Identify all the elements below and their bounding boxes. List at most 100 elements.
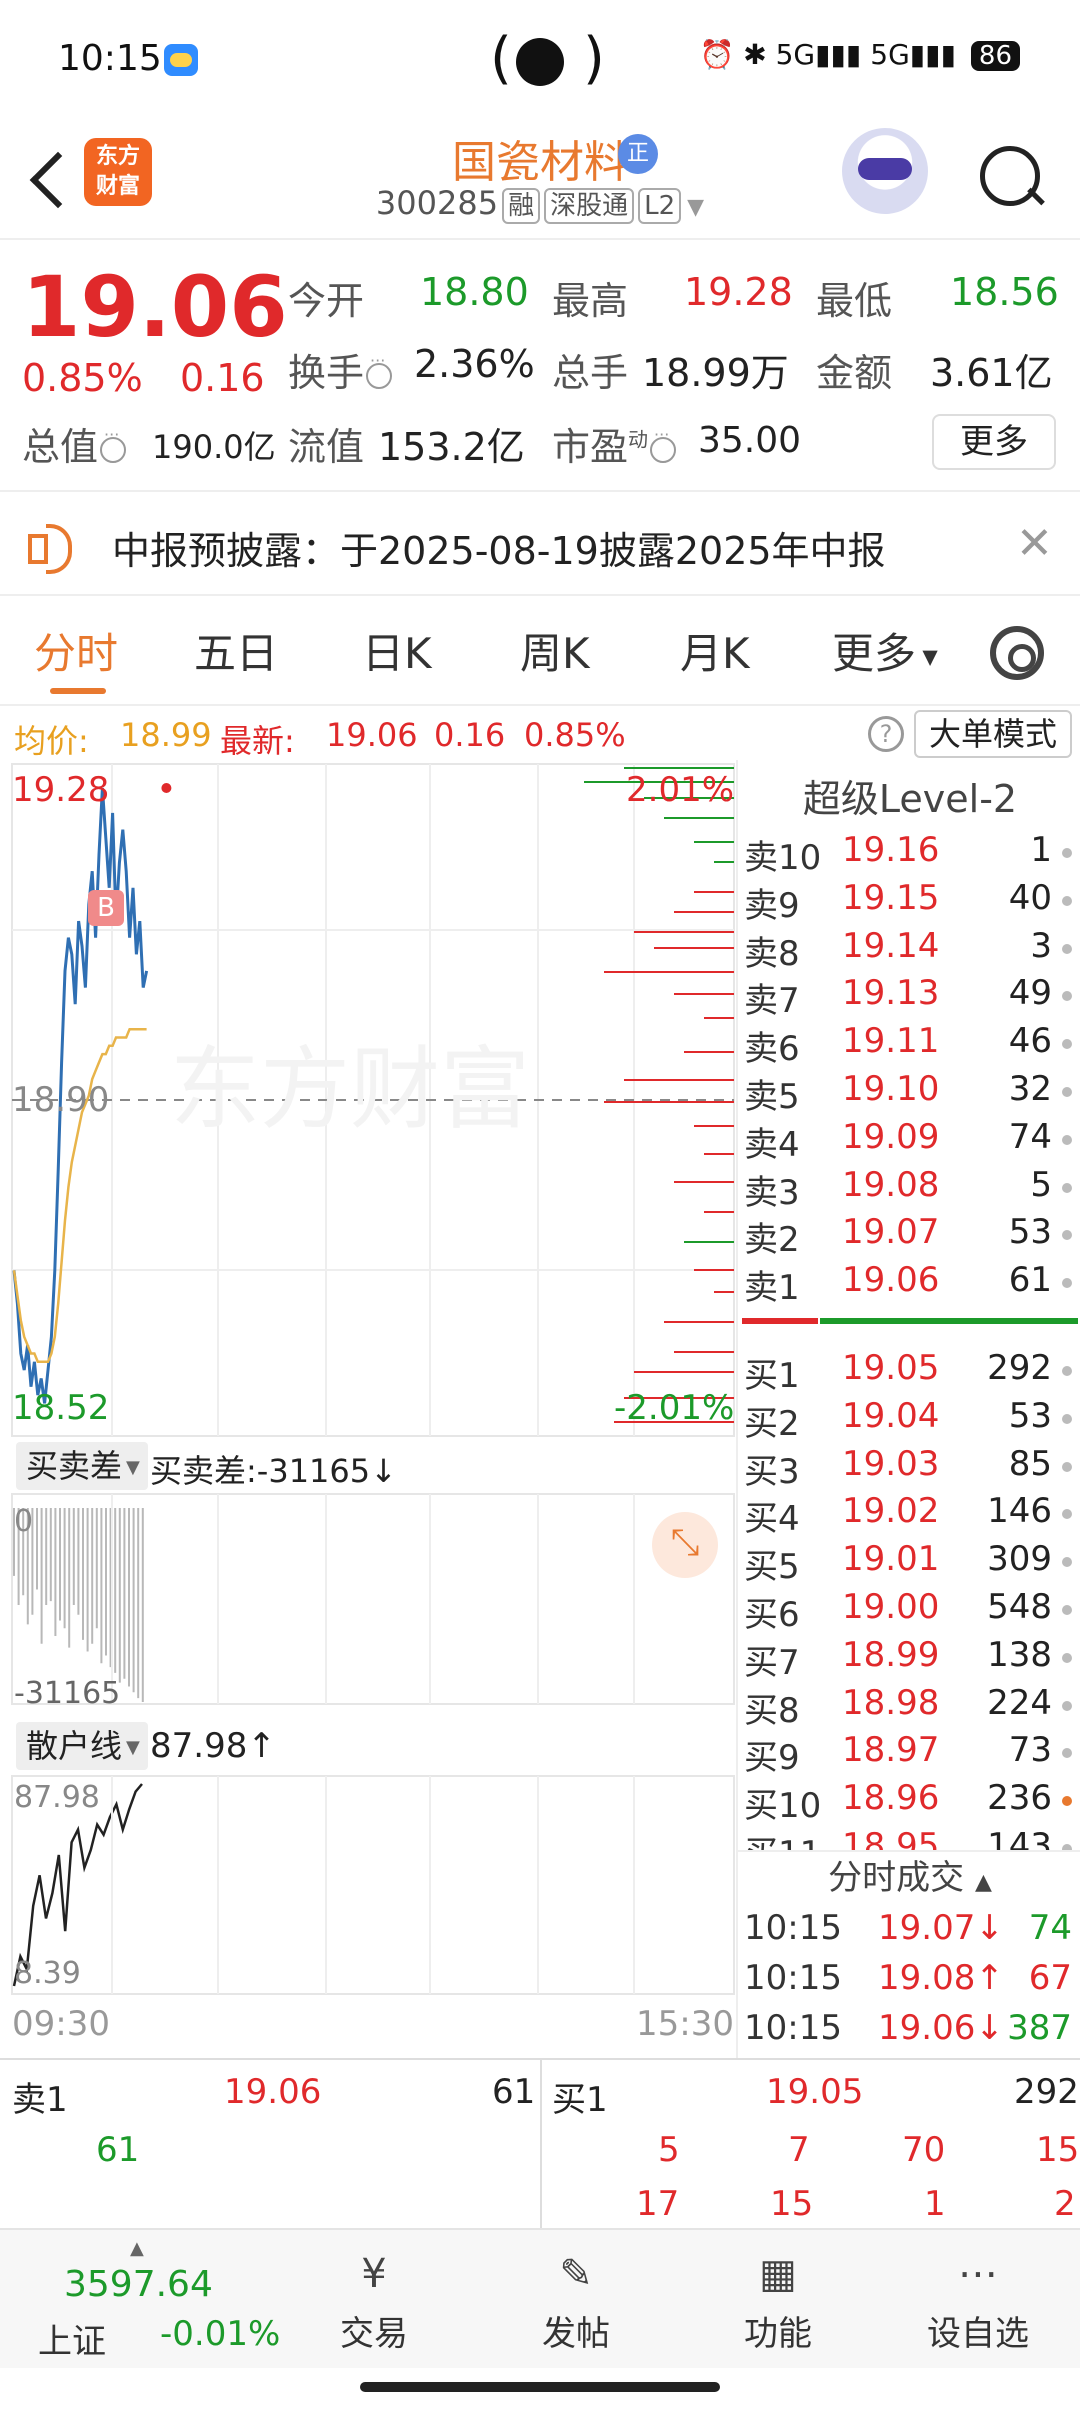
- bid-row[interactable]: 买9 18.97 73: [738, 1730, 1080, 1778]
- book-price: 19.07: [842, 1212, 940, 1253]
- last-value: 19.06: [326, 716, 418, 754]
- notice-text[interactable]: 中报预披露：于2025-08-19披露2025年中报: [112, 520, 886, 575]
- tab-intraday[interactable]: 分时: [34, 620, 118, 681]
- grid-icon: ▦: [759, 2251, 797, 2297]
- bid-row[interactable]: 买7 18.99 138: [738, 1635, 1080, 1683]
- ask-row[interactable]: 卖9 19.15 40: [738, 878, 1080, 926]
- book-level-label: 买4: [744, 1499, 800, 1540]
- book-dot-icon: [1062, 1652, 1072, 1663]
- book-level-label: 买6: [744, 1595, 800, 1635]
- index-name[interactable]: 上证: [38, 2314, 106, 2363]
- notice-banner[interactable]: 中报预披露：于2025-08-19披露2025年中报 ✕: [0, 490, 1080, 596]
- book-level-label: 买9: [744, 1738, 800, 1779]
- indicator-select-spread[interactable]: 买卖差 ▼: [16, 1442, 148, 1490]
- sell-queue-item: 61: [96, 2130, 140, 2170]
- book-price: 18.98: [842, 1682, 940, 1723]
- ask-row[interactable]: 卖2 19.07 53: [738, 1212, 1080, 1260]
- assistant-robot-icon[interactable]: [842, 128, 928, 214]
- ask-row[interactable]: 卖4 19.09 74: [738, 1117, 1080, 1165]
- ask-row[interactable]: 卖5 19.10 32: [738, 1069, 1080, 1117]
- mktcap-label: 总值: [22, 416, 127, 471]
- book-dot-icon: [1062, 1366, 1072, 1376]
- yen-icon: ¥: [361, 2251, 387, 2297]
- tab-daily-k[interactable]: 日K: [362, 620, 432, 681]
- ask-row[interactable]: 卖6 19.11 46: [738, 1021, 1080, 1069]
- bid-row[interactable]: 买2 19.04 53: [738, 1396, 1080, 1444]
- book-price: 19.15: [842, 877, 940, 918]
- buy-queue-item: 15: [1036, 2130, 1080, 2170]
- book-dot-icon: [1062, 1748, 1072, 1759]
- pct-min-label: -2.01%: [614, 1388, 735, 1428]
- retail-chart-frame: [11, 1775, 735, 1995]
- bid-row[interactable]: 买8 18.98 224: [738, 1683, 1080, 1731]
- nav-add-watchlist[interactable]: ⋯ 设自选: [918, 2246, 1038, 2362]
- queue-panel: 卖1 19.06 61 61 买1 19.05 292 5 7 70 15 17…: [0, 2058, 1080, 2230]
- ask-row[interactable]: 卖1 19.06 61: [738, 1260, 1080, 1308]
- tick-row: 10:15 19.07↓ 74: [744, 1908, 1072, 1948]
- search-icon[interactable]: [976, 142, 1046, 212]
- book-price: 19.01: [842, 1539, 940, 1580]
- nav-post[interactable]: ✎ 发帖: [516, 2246, 636, 2362]
- book-price: 19.09: [842, 1116, 940, 1157]
- camera-island: ( ): [490, 26, 605, 91]
- bid-row[interactable]: 买3 19.03 85: [738, 1444, 1080, 1492]
- signal-icon: 5G▮▮▮: [775, 38, 862, 71]
- alarm-icon: ⏰: [699, 38, 735, 71]
- turnover-label: 换手: [288, 342, 393, 397]
- dropdown-icon[interactable]: ▼: [687, 195, 704, 220]
- high-label: 最高: [552, 279, 629, 323]
- book-ratio-bar: [742, 1318, 1078, 1324]
- prev-close-label: 18.90: [12, 1080, 110, 1120]
- info-icon[interactable]: [100, 425, 127, 463]
- order-book-title[interactable]: 超级Level-2: [738, 768, 1080, 823]
- book-volume: 309: [987, 1539, 1052, 1580]
- big-order-mode-button[interactable]: 大单模式: [914, 710, 1072, 758]
- retail-top-label: 87.98: [14, 1780, 100, 1815]
- info-icon[interactable]: [650, 425, 677, 463]
- tab-weekly-k[interactable]: 周K: [520, 620, 590, 681]
- status-icons: ⏰ ✱ 5G▮▮▮ 5G▮▮▮ 86: [699, 38, 1020, 71]
- bid-row[interactable]: 买11 18.95 143: [738, 1826, 1080, 1850]
- watermark: 东方财富: [170, 1040, 530, 1140]
- nav-trade[interactable]: ¥ 交易: [314, 2246, 434, 2362]
- bid-row[interactable]: 买4 19.02 146: [738, 1491, 1080, 1539]
- bid-row[interactable]: 买5 19.01 309: [738, 1539, 1080, 1587]
- index-value[interactable]: 3597.64: [64, 2264, 213, 2305]
- status-time: 10:15: [58, 38, 162, 79]
- bid-row[interactable]: 买10 18.96 236: [738, 1778, 1080, 1826]
- buy-marker-icon[interactable]: B: [88, 890, 124, 926]
- index-pct[interactable]: -0.01%: [160, 2314, 280, 2354]
- bid-row[interactable]: 买6 19.00 548: [738, 1587, 1080, 1635]
- tab-more[interactable]: 更多 ▼: [832, 620, 938, 681]
- book-dot-icon: [1062, 1413, 1072, 1424]
- last-label: 最新:: [220, 722, 295, 760]
- info-icon[interactable]: [366, 351, 393, 389]
- more-button[interactable]: 更多: [932, 414, 1056, 470]
- book-level-label: 卖1: [744, 1268, 800, 1309]
- help-icon[interactable]: ?: [868, 716, 904, 752]
- ask-row[interactable]: 卖10 19.16 1: [738, 830, 1080, 878]
- ticks-title[interactable]: 分时成交 ▲: [738, 1852, 1080, 1909]
- caret-up-icon[interactable]: ▲: [130, 2238, 144, 2259]
- indicator-select-retail[interactable]: 散户线 ▼: [16, 1722, 148, 1770]
- tab-monthly-k[interactable]: 月K: [680, 620, 750, 681]
- gear-icon[interactable]: [990, 626, 1044, 680]
- nav-functions[interactable]: ▦ 功能: [718, 2246, 838, 2362]
- mktcap-value: 190.0亿: [152, 428, 276, 466]
- book-price: 18.97: [842, 1730, 940, 1771]
- ask-row[interactable]: 卖7 19.13 49: [738, 973, 1080, 1021]
- open-label: 今开: [288, 279, 365, 323]
- ask-row[interactable]: 卖8 19.14 3: [738, 926, 1080, 974]
- book-level-label: 买3: [744, 1451, 800, 1492]
- book-dot-icon: [1062, 1278, 1072, 1289]
- weather-icon: [164, 44, 198, 76]
- expand-icon[interactable]: ⤡: [652, 1512, 718, 1578]
- tab-five-day[interactable]: 五日: [194, 620, 278, 681]
- book-price: 19.00: [842, 1587, 940, 1627]
- ask-row[interactable]: 卖3 19.08 5: [738, 1165, 1080, 1213]
- buy-queue-item: 17: [636, 2184, 680, 2224]
- bid-row[interactable]: 买1 19.05 292: [738, 1348, 1080, 1396]
- book-price: 19.02: [842, 1491, 940, 1532]
- amount-label: 金额: [816, 351, 893, 395]
- close-icon[interactable]: ✕: [1016, 518, 1053, 569]
